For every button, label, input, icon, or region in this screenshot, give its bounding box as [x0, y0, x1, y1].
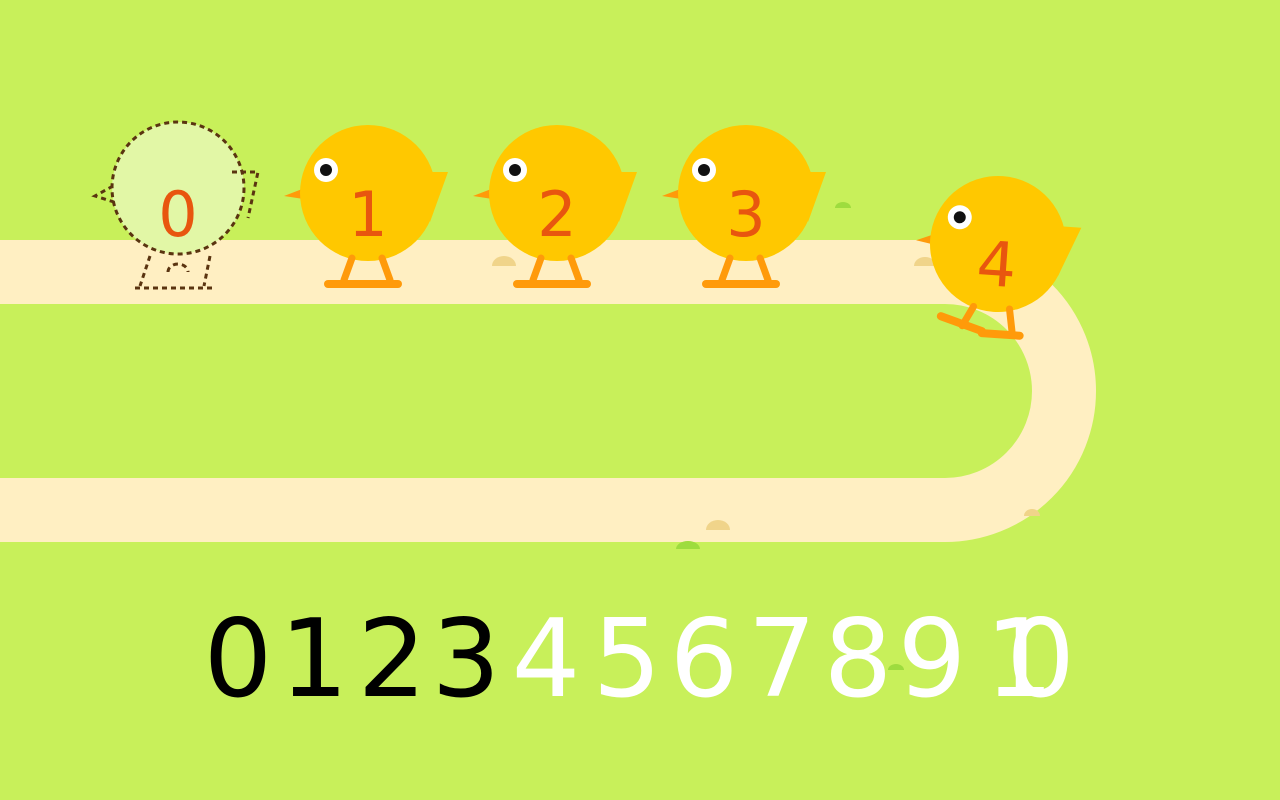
number-line-digit-2: 2: [358, 597, 427, 722]
game-scene: 0 1 2 3 4 0 1 2 3 4 5 6 7 8 9 10: [0, 120, 1096, 722]
number-line-digit-8: 8: [824, 597, 893, 722]
number-line: 0 1 2 3 4 5 6 7 8 9 10: [204, 597, 1075, 722]
chick-pupil: [320, 164, 332, 176]
number-line-digit-7: 7: [748, 597, 817, 722]
chick-number-3: 3: [726, 178, 765, 251]
number-line-digit-1: 1: [280, 597, 349, 722]
number-line-digit-9: 9: [898, 597, 967, 722]
chick-number-0: 0: [158, 178, 197, 251]
chick-number-2: 2: [537, 178, 576, 251]
sand-path: [0, 240, 1096, 542]
grass-tuft: [835, 202, 851, 208]
chick-number-1: 1: [348, 178, 387, 251]
number-line-digit-5: 5: [593, 597, 662, 722]
number-line-digit-4: 4: [512, 597, 581, 722]
chick-pupil: [509, 164, 521, 176]
number-line-digit-10: 10: [985, 597, 1075, 722]
number-line-digit-3: 3: [432, 597, 501, 722]
chick-number-4: 4: [974, 227, 1018, 303]
number-line-digit-6: 6: [670, 597, 739, 722]
chick-pupil: [698, 164, 710, 176]
number-line-digit-0: 0: [204, 597, 273, 722]
grass-tuft: [676, 541, 700, 549]
